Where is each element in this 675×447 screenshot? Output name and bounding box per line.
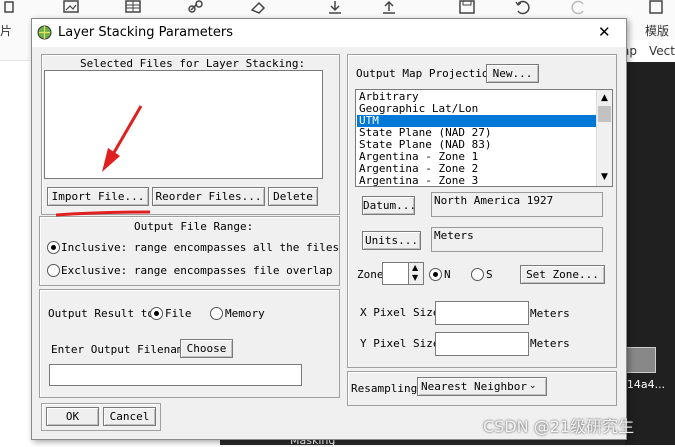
- red-underline-annotation: [55, 210, 151, 217]
- annotation-overlay: [55, 105, 151, 217]
- red-arrowhead-annotation: [102, 148, 120, 172]
- watermark: CSDN @21级研究生: [483, 417, 635, 436]
- red-arrow-annotation: [110, 105, 143, 157]
